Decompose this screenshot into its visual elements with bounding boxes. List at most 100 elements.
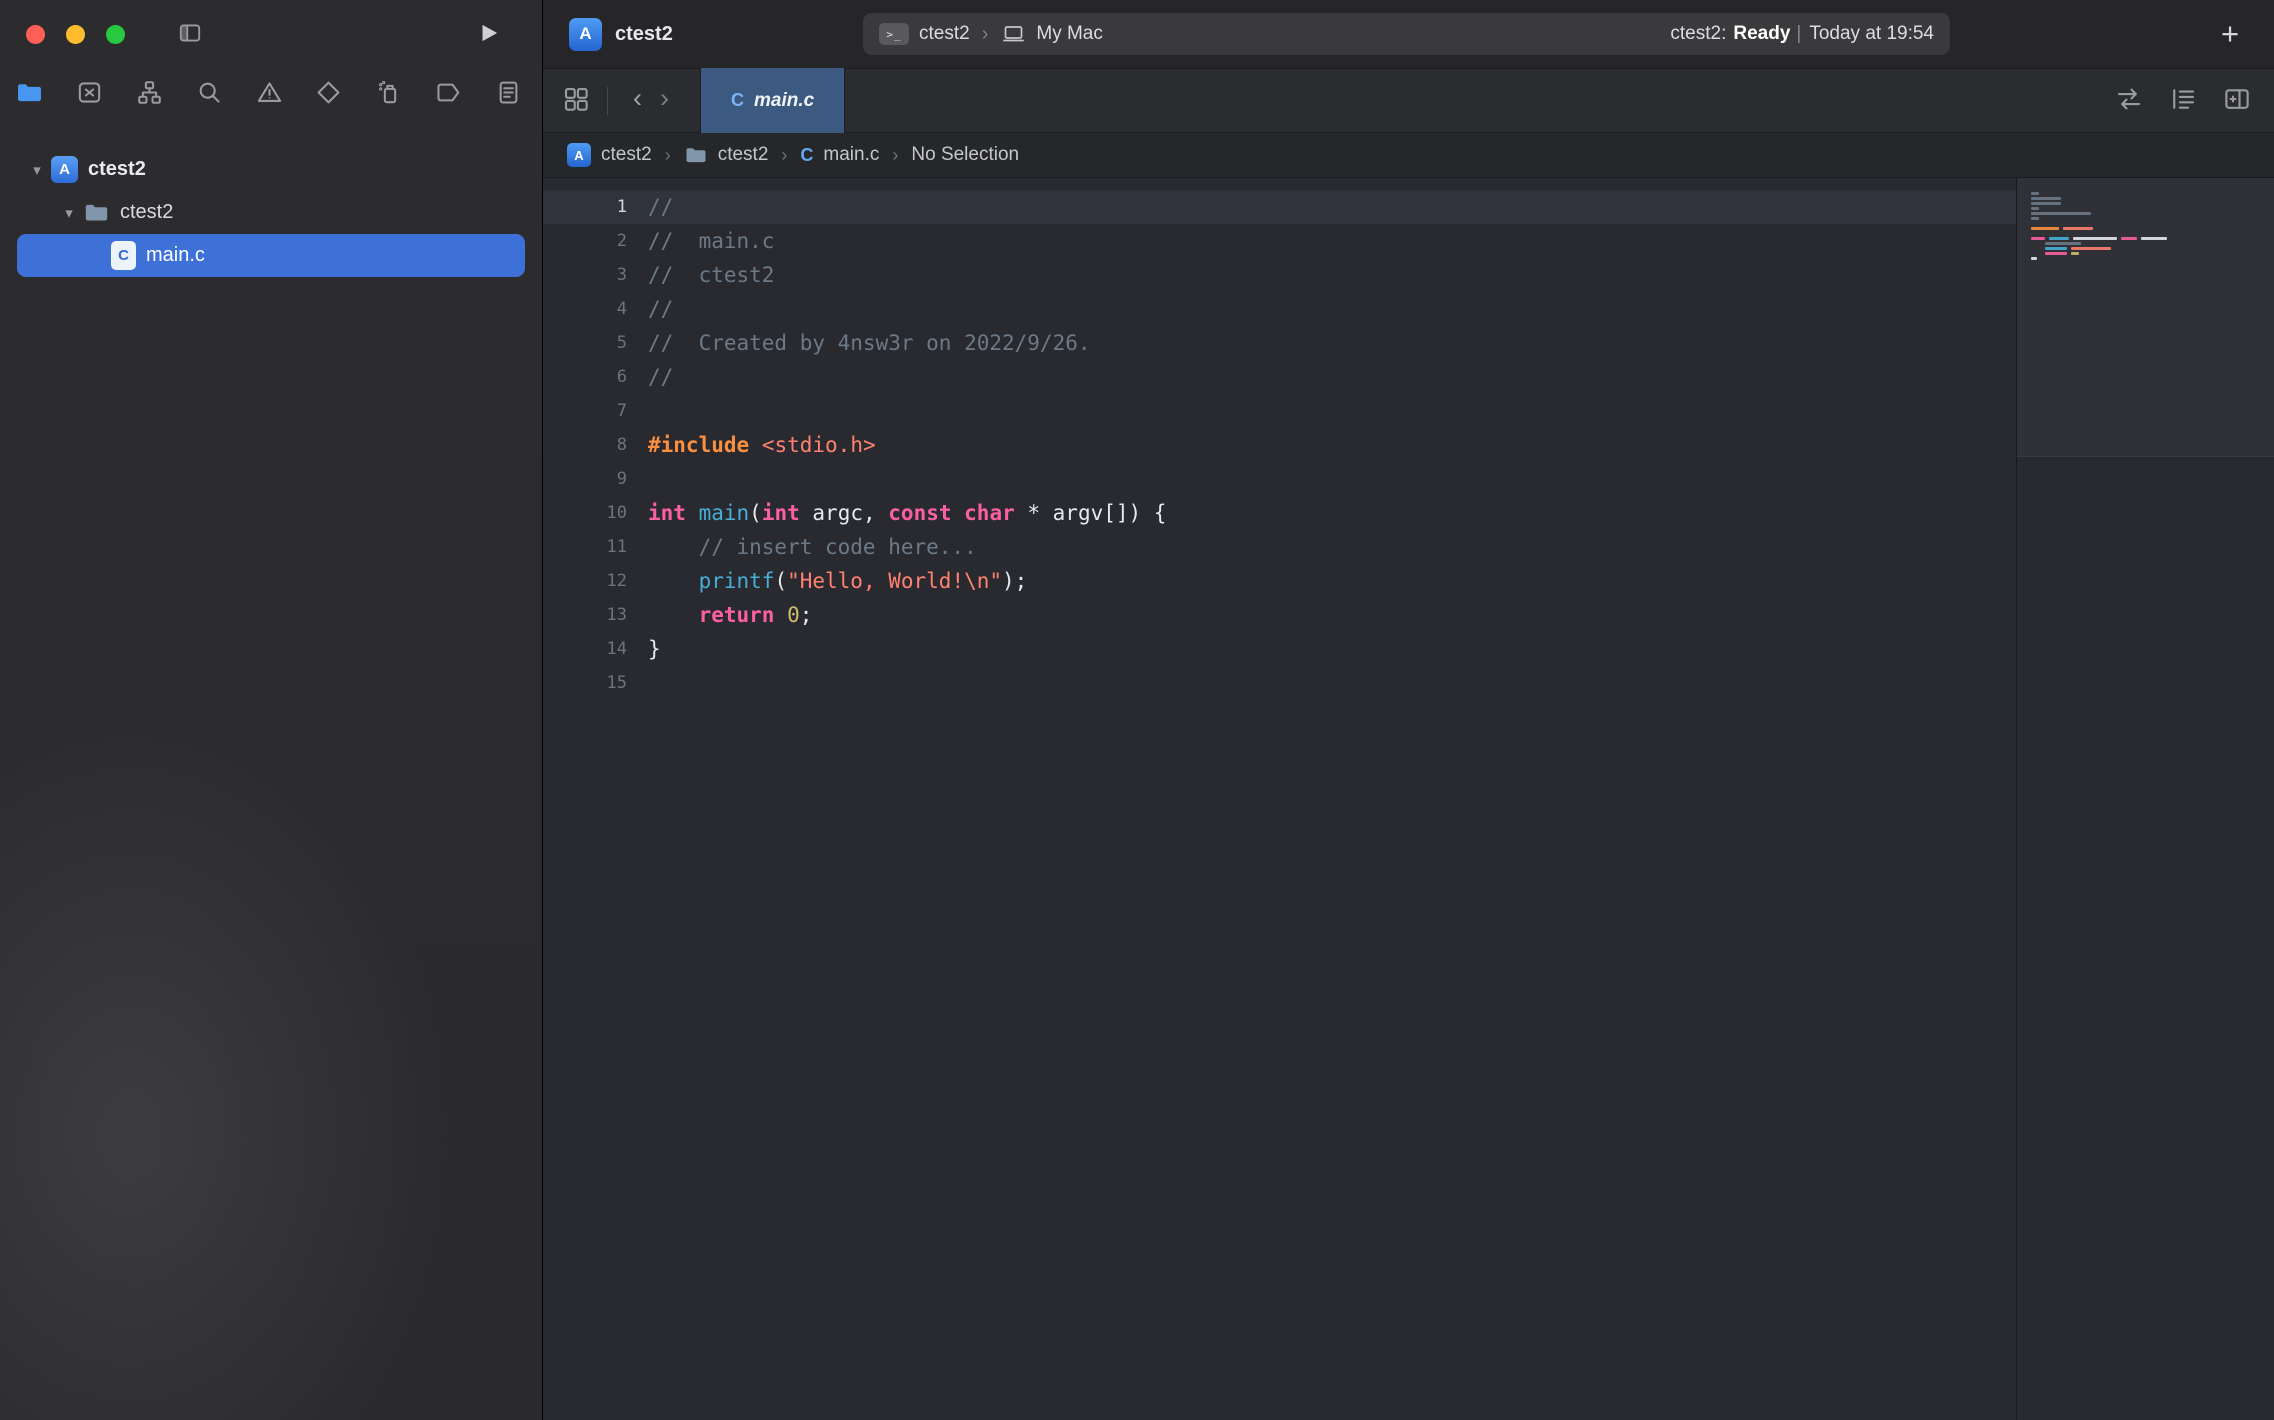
toggle-sidebar-button[interactable] [175,20,205,49]
code-text: // main.c [648,229,774,253]
window-project-title: ctest2 [615,23,673,46]
scheme-name: ctest2 [919,23,970,45]
destination-name: My Mac [1036,23,1103,45]
line-number: 12 [543,571,627,591]
disclosure-chevron-icon[interactable]: ▾ [55,204,83,222]
tree-row-file-selected[interactable]: C main.c [17,234,525,277]
back-button[interactable]: ‹ [633,85,642,116]
activity-view[interactable]: ctest2: Ready | Today at 19:54 [1670,23,1934,45]
jumpbar-selection-label: No Selection [911,144,1019,166]
code-review-button[interactable] [2114,84,2144,117]
code-text: } [648,637,661,661]
status-state: Ready [1733,23,1790,45]
hierarchy-icon [135,78,164,110]
destination-selector[interactable]: My Mac [1000,22,1103,46]
spray-icon [374,78,403,110]
code-line[interactable]: 15 [543,666,2016,700]
jumpbar-project-label: ctest2 [601,144,652,166]
code-text: // Created by 4nsw3r on 2022/9/26. [648,331,1091,355]
code-text: printf("Hello, World!\n"); [648,569,1027,593]
code-line[interactable]: 3 // ctest2 [543,258,2016,292]
jump-bar: A ctest2 › ctest2 › C main.c › No Select… [543,133,2274,178]
chevron-separator-icon: › [892,145,898,166]
jumpbar-project[interactable]: A ctest2 [543,143,652,167]
tree-item-label: ctest2 [120,201,173,224]
code-text: // [648,195,673,219]
code-text: return 0; [648,603,812,627]
code-line[interactable]: 11 // insert code here... [543,530,2016,564]
code-line[interactable]: 8#include <stdio.h> [543,428,2016,462]
search-icon [195,78,224,110]
code-text: // ctest2 [648,263,774,287]
line-number: 10 [543,503,627,523]
status-project: ctest2: [1670,23,1726,45]
laptop-icon [1000,22,1036,46]
play-icon [476,19,502,50]
code-line[interactable]: 1// [543,190,2016,224]
code-line[interactable]: 2// main.c [543,224,2016,258]
code-line[interactable]: 14} [543,632,2016,666]
source-editor[interactable]: 1//2// main.c3// ctest24//5// Created by… [543,178,2274,1420]
debug-navigator-tab[interactable] [374,78,403,110]
line-number: 4 [543,299,627,319]
project-navigator-tab[interactable] [15,78,44,110]
line-number: 8 [543,435,627,455]
code-line[interactable]: 4// [543,292,2016,326]
forward-button[interactable]: › [660,85,669,116]
tree-item-label: main.c [146,244,205,267]
activity-status-pill: >_ ctest2 › My Mac ctest2: Ready | Today… [863,13,1950,55]
tree-row-project[interactable]: ▾ A ctest2 [17,148,525,191]
line-number: 13 [543,605,627,625]
code-line[interactable]: 9 [543,462,2016,496]
source-control-navigator-tab[interactable] [75,78,104,110]
code-line[interactable]: 13 return 0; [543,598,2016,632]
line-number: 7 [543,401,627,421]
code-line[interactable]: 5// Created by 4nsw3r on 2022/9/26. [543,326,2016,360]
jumpbar-group-label: ctest2 [718,144,769,166]
line-number: 3 [543,265,627,285]
jumpbar-file[interactable]: C main.c [800,144,879,166]
code-line[interactable]: 7 [543,394,2016,428]
symbol-navigator-tab[interactable] [135,78,164,110]
find-navigator-tab[interactable] [195,78,224,110]
editor-options-icon [2168,84,2198,117]
jumpbar-selection[interactable]: No Selection [911,144,1019,166]
add-editor-button[interactable] [2222,84,2252,117]
c-file-icon: C [111,241,136,270]
minimize-button[interactable] [66,25,85,44]
sidebar-titlebar [0,0,542,68]
x-square-icon [75,78,104,110]
code-line[interactable]: 10int main(int argc, const char * argv[]… [543,496,2016,530]
breakpoint-navigator-tab[interactable] [434,78,463,110]
close-button[interactable] [26,25,45,44]
traffic-lights [26,25,125,44]
tab-main-c[interactable]: C main.c [700,68,845,133]
breakpoint-tag-icon [434,78,463,110]
project-file-tree: ▾ A ctest2 ▾ ctest2 C main.c [0,120,542,277]
code-lines[interactable]: 1//2// main.c3// ctest24//5// Created by… [543,178,2016,700]
code-line[interactable]: 6// [543,360,2016,394]
minimap-lines [2031,192,2171,267]
code-line[interactable]: 12 printf("Hello, World!\n"); [543,564,2016,598]
diamond-icon [314,78,343,110]
chevron-separator-icon: › [982,23,989,46]
library-button[interactable]: + [2208,12,2252,56]
jumpbar-group[interactable]: ctest2 [684,143,769,167]
report-document-icon [494,78,523,110]
test-navigator-tab[interactable] [314,78,343,110]
add-editor-icon [2222,84,2252,117]
run-button[interactable] [476,19,502,50]
disclosure-chevron-icon[interactable]: ▾ [23,161,51,179]
tab-overview-button[interactable] [561,84,591,117]
editor-options-button[interactable] [2168,84,2198,117]
c-file-icon: C [731,90,744,111]
minimap[interactable] [2016,178,2274,1420]
report-navigator-tab[interactable] [494,78,523,110]
sidebar-toggle-icon [175,20,205,49]
tree-row-group[interactable]: ▾ ctest2 [17,191,525,234]
line-number: 14 [543,639,627,659]
zoom-button[interactable] [106,25,125,44]
issue-navigator-tab[interactable] [255,78,284,110]
scheme-selector[interactable]: >_ ctest2 [879,23,970,45]
navigator-sidebar: ▾ A ctest2 ▾ ctest2 C main.c [0,0,543,1420]
